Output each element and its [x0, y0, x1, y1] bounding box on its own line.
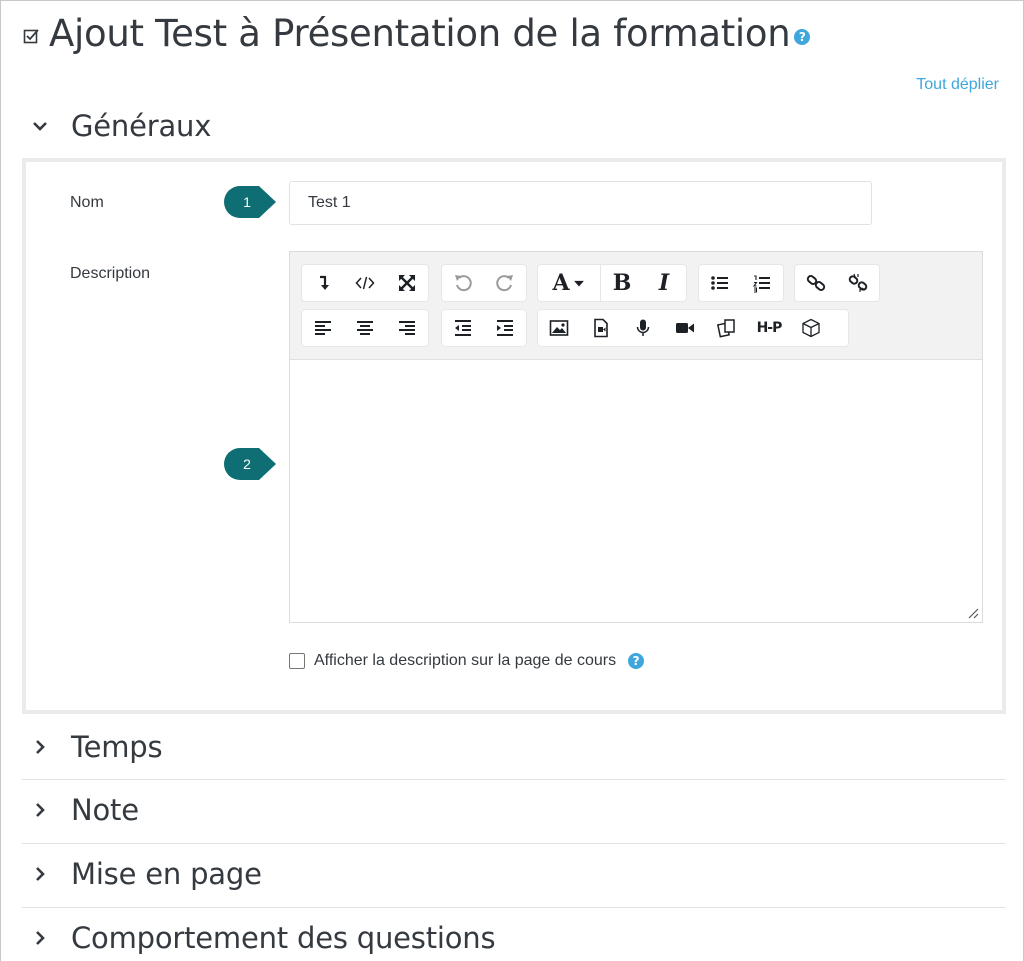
section-header-timing[interactable]: Temps	[31, 730, 163, 764]
align-right-icon	[399, 321, 415, 335]
toolbar-group-history	[441, 264, 527, 302]
fullscreen-button[interactable]	[386, 265, 428, 301]
expand-all-link[interactable]: Tout déplier	[916, 76, 999, 94]
indent-icon	[497, 320, 513, 336]
font-style-dropdown[interactable]: A	[538, 265, 600, 301]
link-icon	[806, 275, 826, 291]
numbered-list-icon	[752, 275, 770, 293]
show-description-checkbox[interactable]	[289, 653, 305, 669]
toolbar-toggle-icon	[320, 275, 329, 290]
editor-content-area[interactable]	[290, 360, 982, 622]
font-style-glyph: A	[552, 270, 570, 296]
section-title-general: Généraux	[71, 109, 212, 143]
page-header: Ajout Test à Présentation de la formatio…	[23, 11, 811, 57]
chevron-right-icon	[36, 931, 45, 945]
section-title-layout: Mise en page	[71, 857, 262, 891]
italic-glyph: I	[658, 270, 670, 296]
toolbar-group-align	[301, 309, 429, 347]
outdent-button[interactable]	[442, 310, 484, 346]
quiz-checkbox-icon	[23, 29, 39, 44]
section-header-layout[interactable]: Mise en page	[31, 857, 262, 891]
align-left-icon	[315, 321, 331, 335]
undo-icon	[455, 275, 472, 292]
help-icon[interactable]: ?	[628, 653, 645, 669]
editor-toolbar: A B I H-P	[290, 252, 982, 360]
unlink-icon	[848, 273, 868, 292]
align-center-icon	[357, 321, 373, 335]
section-header-grade[interactable]: Note	[31, 793, 139, 827]
manage-files-button[interactable]	[706, 310, 748, 346]
bold-glyph: B	[612, 270, 632, 296]
show-description-label: Afficher la description sur la page de c…	[314, 652, 617, 669]
insert-h5p-button[interactable]: H-P	[748, 310, 790, 346]
align-right-button[interactable]	[386, 310, 428, 346]
description-label: Description	[70, 265, 151, 282]
undo-button[interactable]	[442, 265, 484, 301]
toolbar-group-links	[794, 264, 880, 302]
bullet-list-button[interactable]	[699, 265, 741, 301]
chevron-right-icon	[36, 803, 45, 817]
caret-down-icon	[573, 280, 584, 287]
section-divider	[22, 779, 1006, 780]
toolbar-group-indent	[441, 309, 527, 347]
toolbar-group-display	[301, 264, 429, 302]
toolbar-group-media: H-P	[537, 309, 849, 347]
link-button[interactable]	[795, 265, 837, 301]
italic-button[interactable]: I	[643, 265, 685, 301]
section-header-behaviour[interactable]: Comportement des questions	[31, 921, 496, 955]
callout-marker-2-label: 2	[243, 456, 251, 472]
bold-button[interactable]: B	[601, 265, 643, 301]
section-header-general[interactable]: Généraux	[31, 109, 211, 143]
section-divider	[22, 907, 1006, 908]
cube-icon	[802, 318, 820, 338]
bullet-list-icon	[711, 276, 728, 290]
callout-marker-1: 1	[224, 186, 276, 218]
chevron-down-icon	[33, 122, 47, 131]
record-audio-button[interactable]	[622, 310, 664, 346]
unlink-button[interactable]	[837, 265, 879, 301]
name-label: Nom	[70, 194, 104, 211]
help-icon[interactable]: ?	[794, 29, 811, 45]
callout-marker-2: 2	[224, 448, 276, 480]
content-bank-button[interactable]	[790, 310, 832, 346]
chevron-right-icon	[36, 740, 45, 754]
resize-handle-icon[interactable]	[967, 607, 979, 619]
numbered-list-button[interactable]	[741, 265, 783, 301]
redo-icon	[496, 275, 513, 292]
copy-files-icon	[717, 319, 735, 338]
outdent-icon	[455, 320, 471, 336]
toolbar-group-font: A B I	[537, 264, 687, 302]
section-divider	[22, 843, 1006, 844]
name-input[interactable]	[289, 181, 872, 225]
media-file-icon	[594, 318, 608, 338]
image-icon	[549, 320, 569, 336]
toolbar-toggle-button[interactable]	[302, 265, 344, 301]
html-source-button[interactable]	[344, 265, 386, 301]
description-editor: A B I H-P	[289, 251, 983, 623]
redo-button[interactable]	[484, 265, 526, 301]
video-camera-icon	[676, 323, 694, 333]
insert-image-button[interactable]	[538, 310, 580, 346]
fullscreen-icon	[399, 275, 415, 291]
insert-media-button[interactable]	[580, 310, 622, 346]
indent-button[interactable]	[484, 310, 526, 346]
align-center-button[interactable]	[344, 310, 386, 346]
chevron-right-icon	[36, 867, 45, 881]
toolbar-group-lists	[698, 264, 784, 302]
page-title: Ajout Test à Présentation de la formatio…	[49, 12, 791, 55]
callout-marker-1-label: 1	[243, 194, 251, 210]
record-video-button[interactable]	[664, 310, 706, 346]
align-left-button[interactable]	[302, 310, 344, 346]
code-icon	[355, 276, 375, 290]
section-title-behaviour: Comportement des questions	[71, 921, 496, 955]
section-title-timing: Temps	[71, 730, 163, 764]
section-title-grade: Note	[71, 793, 139, 827]
show-description-row: Afficher la description sur la page de c…	[289, 652, 645, 670]
microphone-icon	[636, 319, 650, 336]
h5p-logo: H-P	[756, 320, 783, 336]
page-frame: Ajout Test à Présentation de la formatio…	[0, 0, 1024, 961]
